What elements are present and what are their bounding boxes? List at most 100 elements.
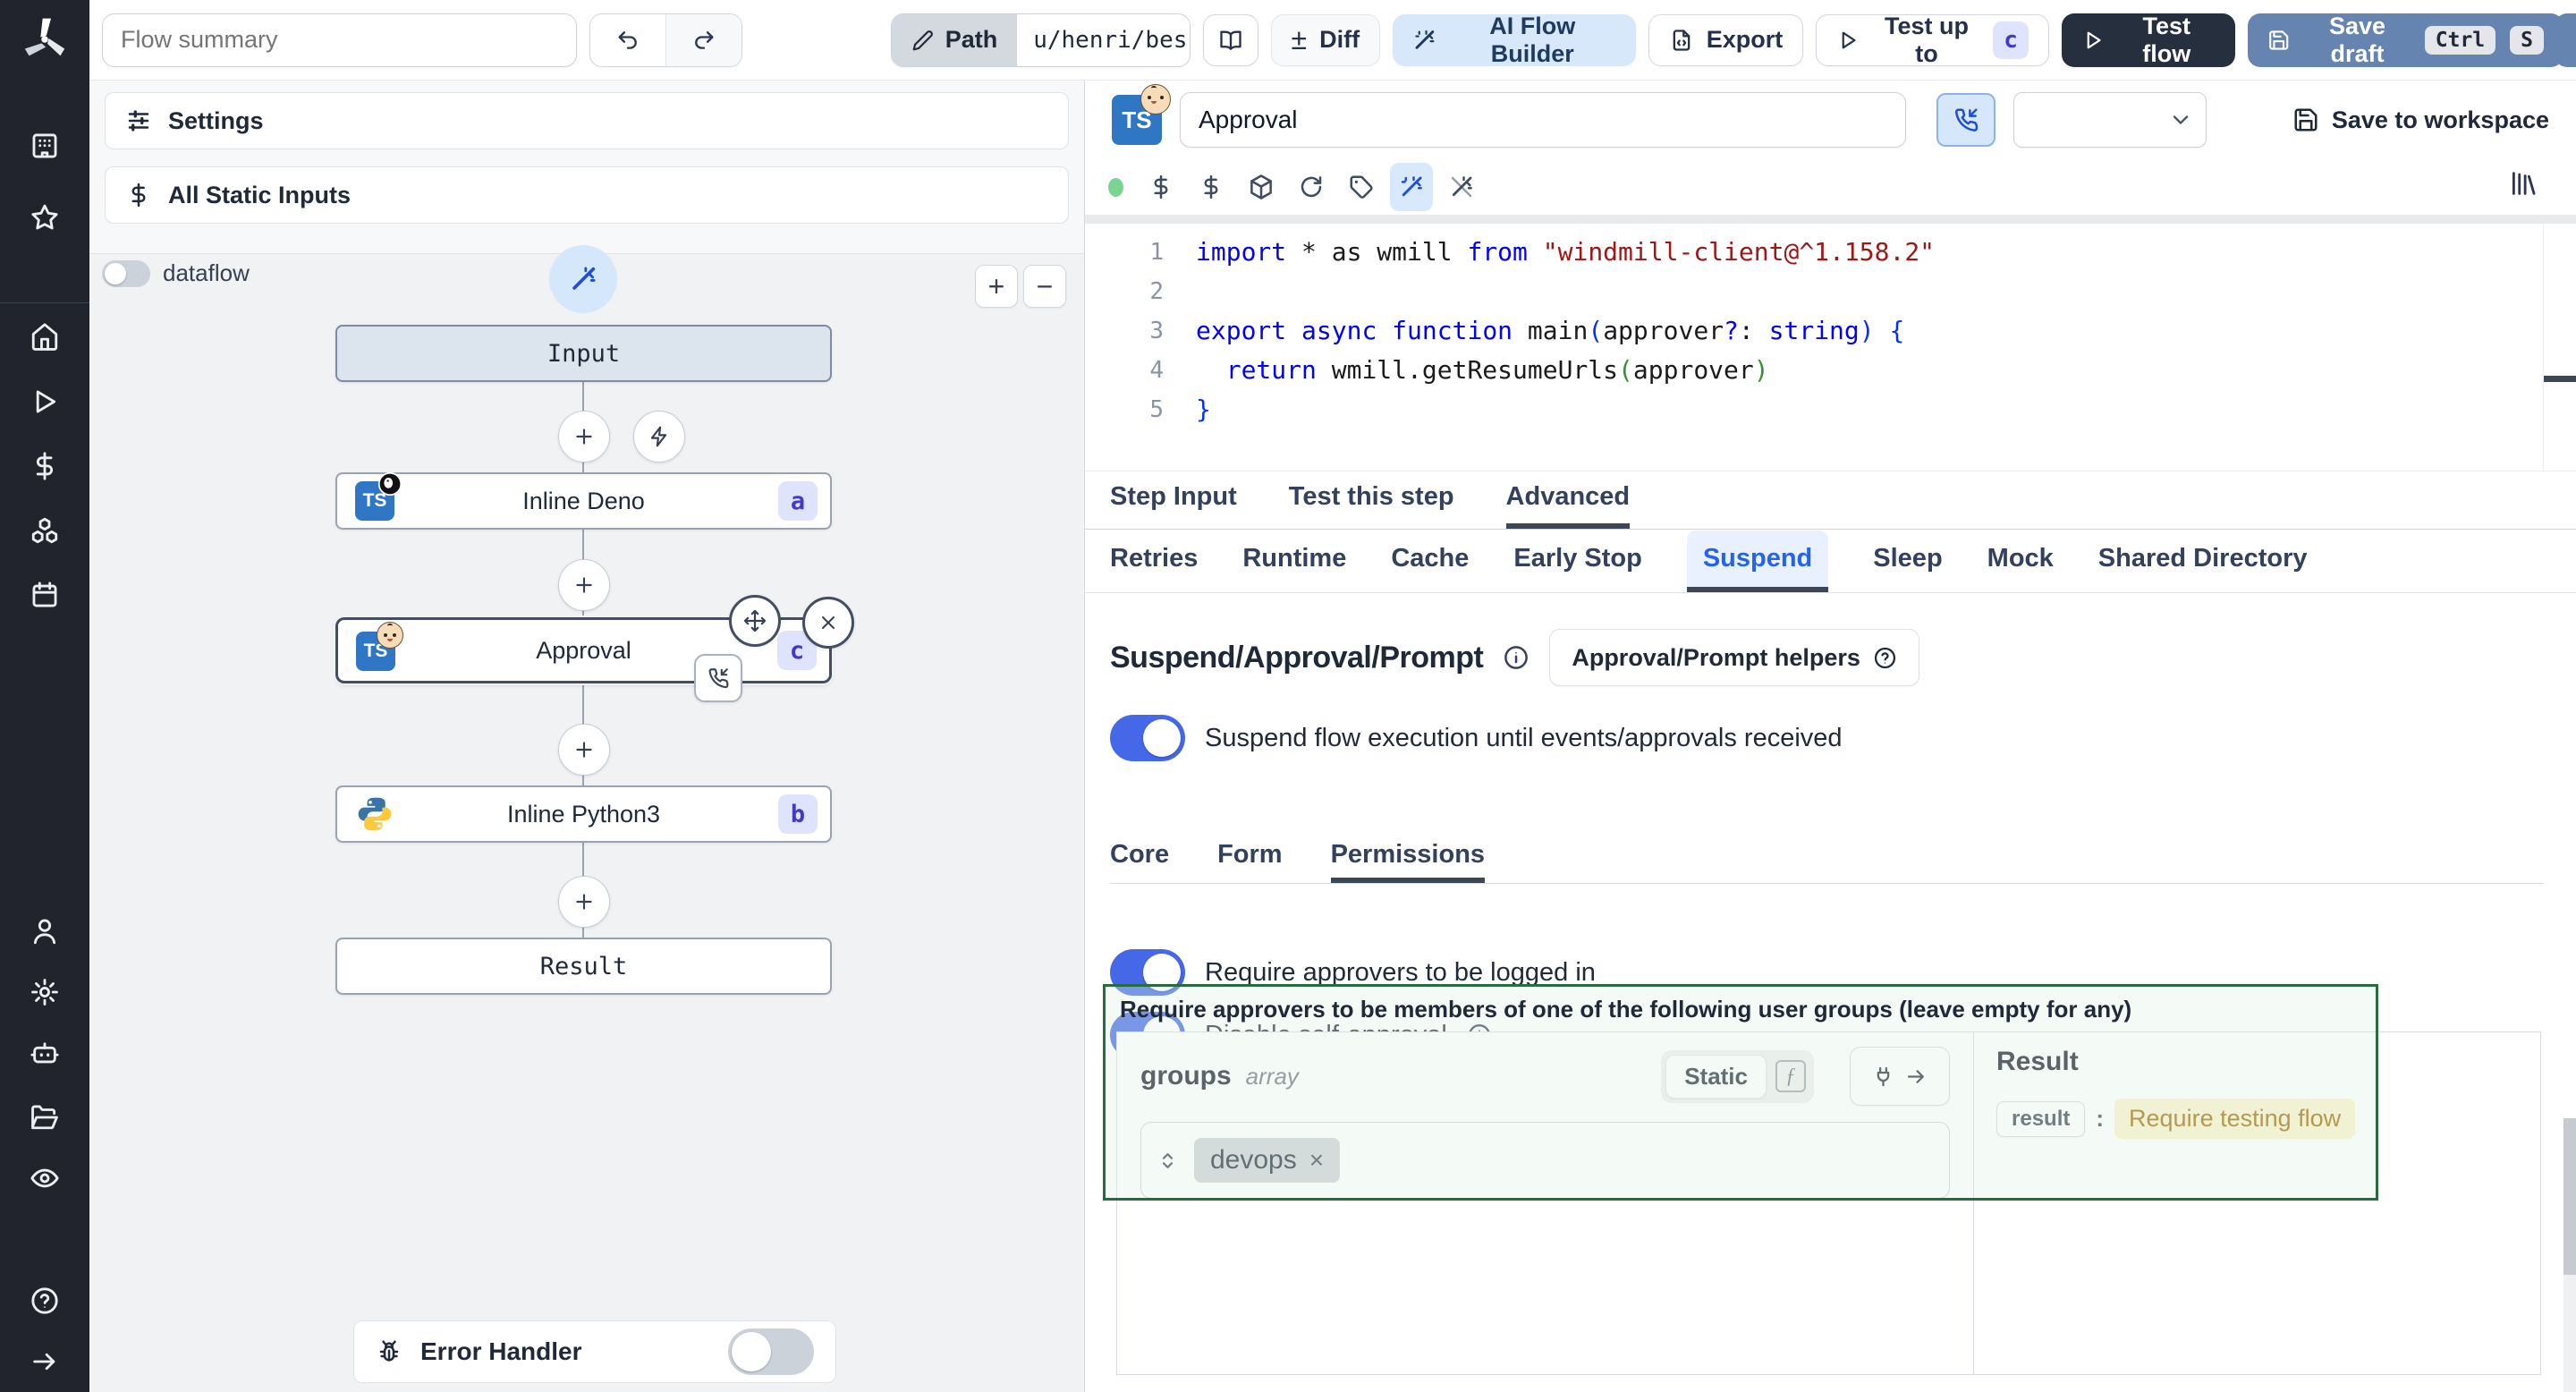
- approval-mode-button[interactable]: [1936, 93, 1996, 147]
- tab-advanced[interactable]: Advanced: [1505, 471, 1631, 529]
- add-trigger-button[interactable]: [633, 411, 685, 463]
- delete-step-button[interactable]: [802, 597, 854, 649]
- node-input[interactable]: Input: [335, 325, 832, 382]
- redo-button[interactable]: [665, 13, 741, 66]
- approval-phone-badge[interactable]: [694, 654, 742, 702]
- save-draft-button[interactable]: Save draft Ctrl S: [2247, 13, 2563, 67]
- panel-resize-handle[interactable]: [1085, 215, 2576, 224]
- minimap-scroll-indicator[interactable]: [2544, 376, 2576, 382]
- add-step-button[interactable]: [558, 411, 610, 463]
- path-button-group[interactable]: Path u/henri/bes: [890, 13, 1191, 67]
- tab-cache[interactable]: Cache: [1391, 530, 1469, 592]
- zoom-in-button[interactable]: +: [975, 265, 1018, 308]
- group-chip[interactable]: devops ×: [1194, 1138, 1341, 1183]
- ai-assist-off-button[interactable]: [1440, 163, 1483, 211]
- code-editor[interactable]: 12345 import * as wmill from "windmill-c…: [1085, 224, 2576, 471]
- suspend-flow-toggle[interactable]: [1110, 715, 1185, 761]
- test-up-to-button[interactable]: Test up to c: [1816, 13, 2050, 67]
- library-panel-icon[interactable]: [2508, 168, 2538, 199]
- app-sidebar: [0, 0, 89, 1392]
- gear-icon[interactable]: [30, 977, 60, 1007]
- zoom-out-button[interactable]: −: [1023, 265, 1066, 308]
- arrow-right-icon[interactable]: [30, 1346, 60, 1377]
- flow-settings-card[interactable]: Settings: [105, 92, 1069, 149]
- static-mode-button[interactable]: Static: [1665, 1054, 1767, 1099]
- node-result[interactable]: Result: [335, 938, 832, 995]
- user-icon[interactable]: [30, 916, 60, 946]
- home-icon[interactable]: [30, 322, 60, 352]
- resources-dollar-button[interactable]: [1190, 163, 1233, 211]
- tab-sleep[interactable]: Sleep: [1873, 530, 1942, 592]
- connect-input-button[interactable]: [1850, 1047, 1950, 1106]
- variables-button[interactable]: [1140, 163, 1182, 211]
- remove-chip-icon[interactable]: ×: [1309, 1146, 1324, 1175]
- node-inline-deno[interactable]: TS Inline Deno a: [335, 471, 832, 530]
- ai-graph-wand-button[interactable]: [549, 245, 617, 313]
- help-icon[interactable]: [30, 1286, 60, 1316]
- cubes-icon[interactable]: [30, 515, 60, 546]
- diff-button[interactable]: ± Diff: [1270, 13, 1381, 66]
- panel-scrollbar[interactable]: [2563, 1118, 2576, 1392]
- node-approval-selected[interactable]: TS Approval c: [335, 595, 854, 702]
- ai-flow-builder-button[interactable]: AI Flow Builder: [1393, 13, 1636, 67]
- flow-left-panel: Settings All Static Inputs dataflow + − …: [89, 81, 1085, 1392]
- save-to-workspace-button[interactable]: Save to workspace: [2292, 106, 2549, 134]
- eye-icon[interactable]: [30, 1163, 60, 1193]
- play-icon[interactable]: [30, 386, 60, 417]
- language-select[interactable]: [2013, 92, 2207, 148]
- javascript-mode-button[interactable]: ƒ: [1772, 1057, 1809, 1095]
- undo-button[interactable]: [590, 14, 665, 66]
- tab-retries[interactable]: Retries: [1110, 530, 1198, 592]
- tag-button[interactable]: [1340, 163, 1383, 211]
- bug-icon: [379, 1340, 399, 1362]
- export-button[interactable]: Export: [1648, 13, 1804, 66]
- add-step-button[interactable]: [558, 559, 610, 611]
- path-edit-button[interactable]: Path: [891, 13, 1018, 66]
- tab-early-stop[interactable]: Early Stop: [1513, 530, 1641, 592]
- suspend-toggle-row: Suspend flow execution until events/appr…: [1110, 715, 1843, 761]
- scrollbar-thumb[interactable]: [2563, 1118, 2576, 1275]
- tab-step-input[interactable]: Step Input: [1110, 471, 1237, 529]
- field-type: array: [1245, 1062, 1299, 1090]
- node-inline-python3[interactable]: Inline Python3 b: [335, 785, 832, 843]
- groups-editor-panel: groups array Static ƒ devops × Result re…: [1116, 1031, 2541, 1375]
- tab-shared-directory[interactable]: Shared Directory: [2098, 530, 2308, 592]
- package-button[interactable]: [1240, 163, 1283, 211]
- building-icon[interactable]: [30, 131, 60, 161]
- approval-prompt-helpers-button[interactable]: Approval/Prompt helpers: [1549, 629, 1919, 686]
- windmill-logo-icon[interactable]: [20, 14, 70, 64]
- add-step-button[interactable]: [558, 724, 610, 776]
- flow-summary-input[interactable]: [102, 13, 577, 67]
- calendar-icon[interactable]: [30, 580, 60, 610]
- star-icon[interactable]: [30, 202, 60, 233]
- tab-mock[interactable]: Mock: [1987, 530, 2054, 592]
- tab-suspend[interactable]: Suspend: [1686, 530, 1829, 592]
- folder-icon[interactable]: [30, 1102, 60, 1133]
- tab-permissions[interactable]: Permissions: [1330, 831, 1486, 883]
- tab-test-this-step[interactable]: Test this step: [1289, 471, 1454, 529]
- flow-graph-canvas[interactable]: dataflow + − Input TS Inline Deno a TS A…: [89, 245, 1084, 1392]
- dollar-icon[interactable]: [30, 451, 60, 481]
- tab-core[interactable]: Core: [1110, 831, 1169, 883]
- editor-code[interactable]: import * as wmill from "windmill-client@…: [1196, 233, 2522, 429]
- require-logged-in-toggle[interactable]: [1110, 949, 1185, 996]
- close-icon: [822, 616, 835, 629]
- tab-runtime[interactable]: Runtime: [1242, 530, 1346, 592]
- error-handler-card[interactable]: Error Handler: [353, 1320, 836, 1383]
- add-step-button[interactable]: [558, 876, 610, 928]
- step-title-input[interactable]: [1180, 92, 1906, 148]
- advanced-tabs: Retries Runtime Cache Early Stop Suspend Slee…: [1085, 530, 2576, 593]
- docs-button[interactable]: [1202, 13, 1258, 66]
- more-actions-button-partial[interactable]: [2555, 13, 2576, 67]
- robot-icon[interactable]: [30, 1038, 60, 1068]
- all-static-inputs-card[interactable]: All Static Inputs: [105, 166, 1069, 224]
- info-icon[interactable]: [1503, 644, 1530, 671]
- tab-form[interactable]: Form: [1217, 831, 1283, 883]
- move-step-button[interactable]: [729, 595, 781, 647]
- dataflow-toggle[interactable]: [102, 259, 150, 287]
- test-flow-button[interactable]: Test flow: [2062, 13, 2235, 67]
- reload-button[interactable]: [1290, 163, 1333, 211]
- error-handler-toggle[interactable]: [728, 1328, 814, 1375]
- ai-assist-button[interactable]: [1390, 163, 1433, 211]
- groups-multiselect-input[interactable]: devops ×: [1140, 1122, 1950, 1199]
